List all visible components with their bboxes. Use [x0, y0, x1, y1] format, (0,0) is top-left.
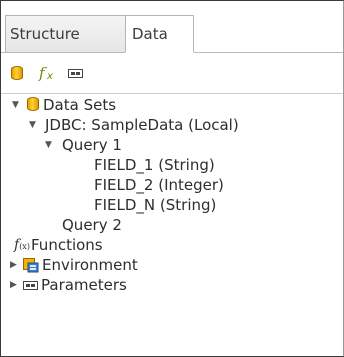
add-function-button[interactable]: f x: [37, 64, 59, 82]
parameter-icon: [67, 68, 83, 78]
tree-node-field-2[interactable]: FIELD_2 (Integer): [1, 175, 343, 195]
database-icon: [27, 97, 39, 111]
expand-arrow-icon[interactable]: ▼: [29, 115, 36, 135]
tree-label: FIELD_N (String): [94, 196, 217, 214]
add-parameter-button[interactable]: [65, 64, 85, 82]
tree-label: Environment: [42, 256, 138, 274]
tree-label: FIELD_1 (String): [94, 156, 215, 174]
tree-label: Query 2: [62, 216, 122, 234]
tree-node-jdbc[interactable]: ▼ JDBC: SampleData (Local): [1, 115, 343, 135]
function-icon: f x: [38, 64, 53, 82]
parameter-icon: [23, 281, 38, 290]
tree-node-environment[interactable]: ▶ Environment: [1, 255, 343, 275]
database-icon: [11, 66, 23, 80]
collapse-arrow-icon[interactable]: ▶: [10, 255, 17, 275]
tree-node-query-1[interactable]: ▼ Query 1: [1, 135, 343, 155]
add-datasource-button[interactable]: [9, 64, 25, 82]
expand-arrow-icon[interactable]: ▼: [45, 135, 52, 155]
tree-label: Data Sets: [43, 96, 117, 114]
tab-bar: Structure Data: [1, 1, 343, 53]
tree-label: JDBC: SampleData (Local): [45, 116, 239, 134]
tree-label: Parameters: [41, 276, 127, 294]
data-tree: ▼ Data Sets ▼ JDBC: SampleData (Local) ▼…: [1, 95, 343, 295]
tree-node-parameters[interactable]: ▶ Parameters: [1, 275, 343, 295]
tree-label: Functions: [31, 236, 103, 254]
svg-text:x: x: [46, 71, 53, 82]
tree-node-functions[interactable]: f(x) Functions: [1, 235, 343, 255]
svg-text:f: f: [38, 64, 47, 82]
expand-arrow-icon[interactable]: ▼: [12, 95, 19, 115]
function-icon: f(x): [14, 237, 30, 253]
tree-label: Query 1: [62, 136, 122, 154]
tab-structure[interactable]: Structure: [5, 15, 126, 52]
data-panel: Structure Data f x ▼ Data Sets ▼ JDBC: S…: [0, 0, 344, 357]
tree-node-query-2[interactable]: Query 2: [1, 215, 343, 235]
tree-node-field-n[interactable]: FIELD_N (String): [1, 195, 343, 215]
tree-label: FIELD_2 (Integer): [94, 176, 224, 194]
tab-data[interactable]: Data: [125, 15, 194, 53]
collapse-arrow-icon[interactable]: ▶: [10, 275, 17, 295]
tree-node-field-1[interactable]: FIELD_1 (String): [1, 155, 343, 175]
tree-node-data-sets[interactable]: ▼ Data Sets: [1, 95, 343, 115]
toolbar: f x: [1, 53, 343, 94]
